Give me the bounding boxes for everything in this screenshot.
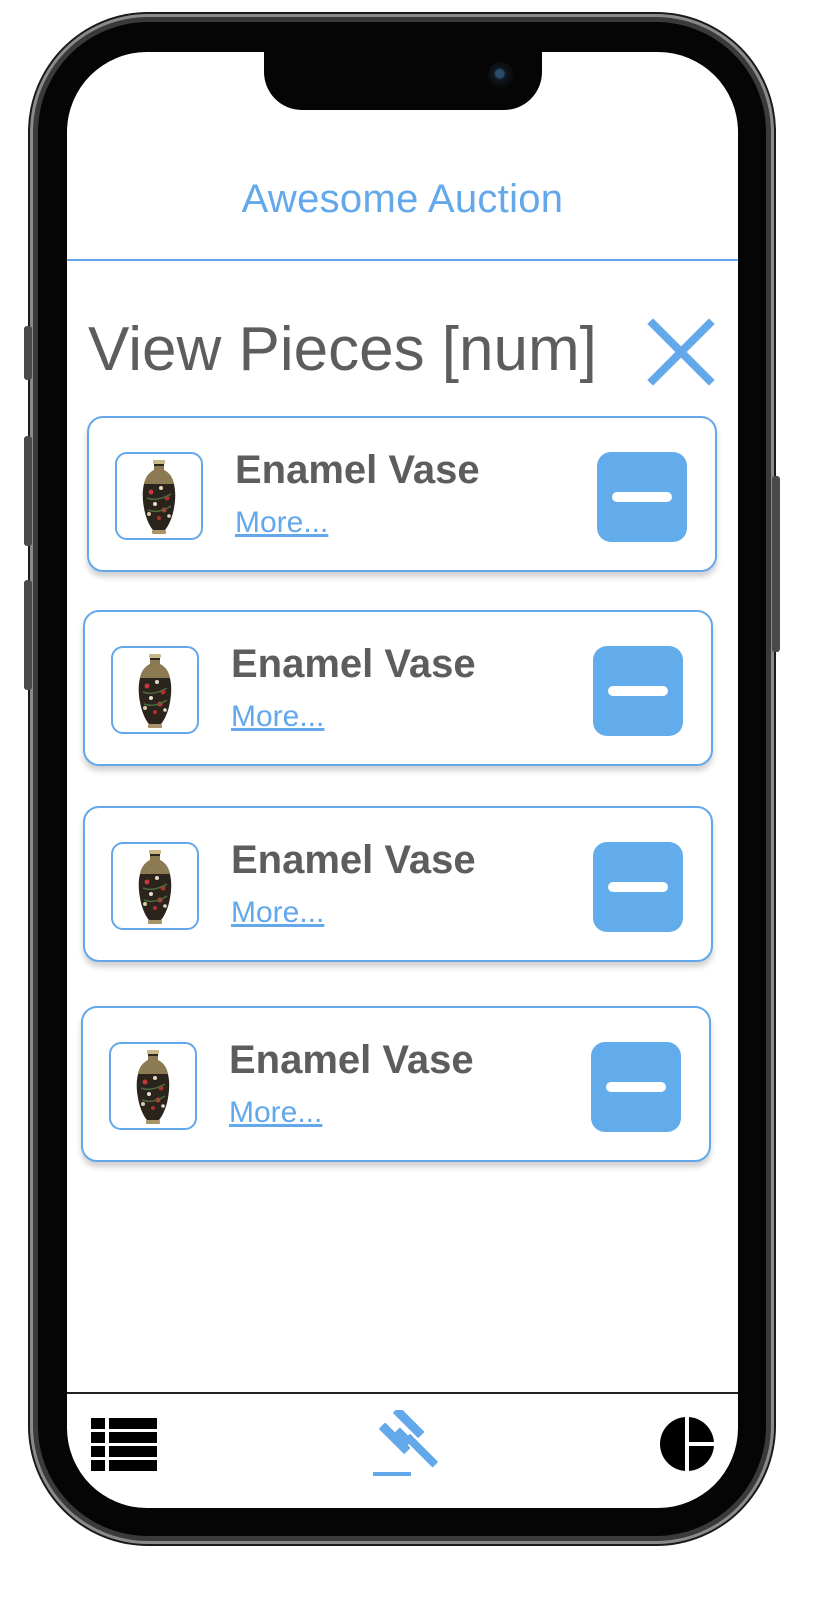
gavel-icon [373, 1406, 438, 1476]
app-title: Awesome Auction [241, 177, 564, 221]
remove-button[interactable] [593, 646, 683, 736]
notch [264, 52, 542, 110]
volume-up-button [24, 436, 32, 546]
nav-stats-button[interactable] [659, 1416, 715, 1472]
bottom-nav-divider [67, 1392, 738, 1394]
piece-name: Enamel Vase [231, 642, 476, 686]
volume-down-button [24, 580, 32, 690]
front-camera [488, 62, 514, 88]
piece-thumbnail[interactable] [111, 646, 199, 734]
piece-card: Enamel Vase More... [83, 806, 713, 962]
vase-image [138, 654, 172, 728]
remove-button[interactable] [591, 1042, 681, 1132]
minus-icon [608, 686, 668, 696]
close-button[interactable] [647, 318, 715, 386]
header-divider [67, 259, 738, 261]
piece-name: Enamel Vase [235, 448, 480, 492]
remove-button[interactable] [597, 452, 687, 542]
vase-image [136, 1050, 170, 1124]
piece-card: Enamel Vase More... [87, 416, 717, 572]
more-link[interactable]: More... [229, 1096, 322, 1130]
nav-list-button[interactable] [91, 1418, 157, 1472]
piece-thumbnail[interactable] [109, 1042, 197, 1130]
close-icon [647, 318, 715, 386]
remove-button[interactable] [593, 842, 683, 932]
piece-thumbnail[interactable] [111, 842, 199, 930]
piece-name: Enamel Vase [231, 838, 476, 882]
more-link[interactable]: More... [235, 506, 328, 540]
vase-image [142, 460, 176, 534]
piece-card: Enamel Vase More... [83, 610, 713, 766]
app-screen: Awesome Auction View Pieces [num] Enamel… [67, 52, 738, 1508]
pie-chart-icon [660, 1416, 715, 1472]
piece-card: Enamel Vase More... [81, 1006, 711, 1162]
piece-thumbnail[interactable] [115, 452, 203, 540]
list-icon [91, 1418, 157, 1471]
minus-icon [612, 492, 672, 502]
vase-image [138, 850, 172, 924]
minus-icon [608, 882, 668, 892]
more-link[interactable]: More... [231, 896, 324, 930]
page-title: View Pieces [num] [88, 315, 597, 384]
more-link[interactable]: More... [231, 700, 324, 734]
piece-name: Enamel Vase [229, 1038, 474, 1082]
minus-icon [606, 1082, 666, 1092]
nav-auction-button[interactable] [369, 1406, 441, 1480]
mute-switch [24, 326, 32, 380]
power-button [772, 476, 780, 652]
